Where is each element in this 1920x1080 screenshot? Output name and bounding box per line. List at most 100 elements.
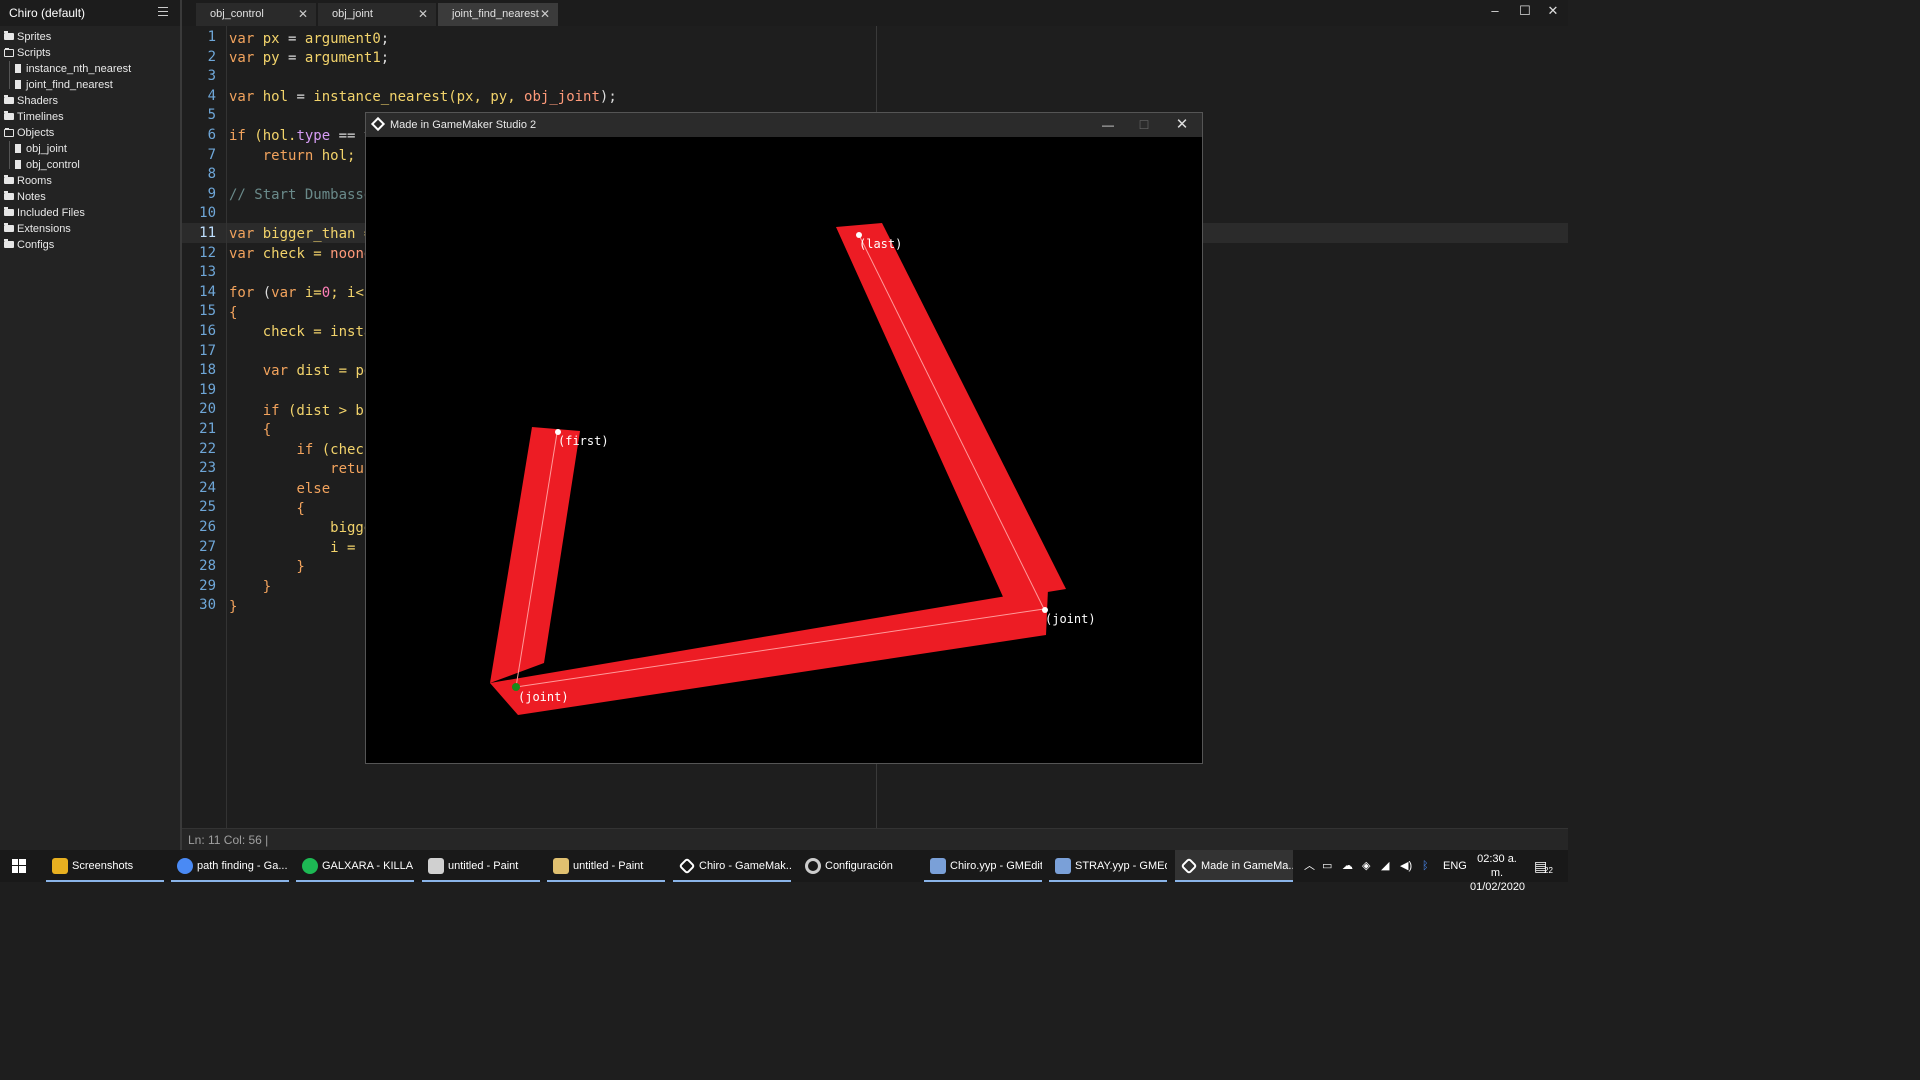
taskbar-item-game-window[interactable]: Made in GameMa... [1175, 850, 1293, 882]
folder-open-icon [4, 128, 14, 137]
code-content[interactable]: var px = argument0; var py = argument1; … [229, 26, 617, 615]
line-number: 20 [199, 401, 216, 418]
taskbar-item-screenshots[interactable]: Screenshots [46, 850, 164, 882]
taskbar-item-gmedit-chiro[interactable]: Chiro.yyp - GMEdit [924, 850, 1042, 882]
clock[interactable]: 02:30 a. m. 01/02/2020 [1470, 850, 1525, 893]
folder-icon [52, 858, 68, 874]
folder-open-icon [4, 48, 14, 57]
line-number: 3 [207, 68, 216, 85]
line-number: 22 [199, 440, 216, 457]
tree-folder-notes[interactable]: Notes [0, 189, 180, 205]
project-title: Chiro (default) [9, 6, 86, 20]
line-number-gutter: 1 2 3 4 5 6 7 8 9 10 11 12 13 14 15 16 17 18 19 20 21 22 23 24 2… [182, 26, 227, 828]
maximize-icon[interactable]: ☐ [1510, 0, 1540, 22]
tree-file-joint-find-nearest[interactable]: joint_find_nearest [0, 77, 180, 93]
code-line-21: { [229, 422, 272, 438]
language-indicator[interactable]: ENG [1443, 850, 1467, 882]
file-icon [15, 144, 21, 153]
close-tab-icon[interactable]: ✕ [540, 3, 550, 26]
tree-folder-objects[interactable]: Objects [0, 125, 180, 141]
clock-date: 01/02/2020 [1470, 881, 1526, 893]
tree-file-obj-joint[interactable]: obj_joint [0, 141, 180, 157]
resource-tree: Sprites Scripts instance_nth_nearest joi… [0, 26, 180, 253]
gamemaker-icon [678, 857, 696, 875]
taskbar-item-spotify[interactable]: GALXARA - KILLA ... [296, 850, 414, 882]
code-line-6: if (hol.type == t [229, 128, 373, 144]
tray-overflow-icon[interactable]: ︿ [1304, 850, 1315, 882]
line-number: 23 [199, 460, 216, 477]
tree-folder-shaders[interactable]: Shaders [0, 93, 180, 109]
code-line-22: if (check [296, 442, 373, 458]
dropbox-icon[interactable]: ◈ [1362, 850, 1370, 882]
close-icon[interactable]: ✕ [1538, 0, 1568, 22]
minimize-icon[interactable]: — [1090, 113, 1126, 137]
taskbar-item-gmedit-stray[interactable]: STRAY.yyp - GMEdit [1049, 850, 1167, 882]
line-number: 5 [207, 107, 216, 124]
code-line-15: { [229, 305, 238, 321]
tree-folder-extensions[interactable]: Extensions [0, 221, 180, 237]
minimize-icon[interactable]: – [1480, 0, 1510, 22]
line-number: 26 [199, 519, 216, 535]
taskbar-item-settings[interactable]: Configuración [799, 850, 917, 882]
folder-icon [4, 239, 14, 248]
notifications-icon[interactable]: ▤ 22 [1534, 850, 1556, 882]
chrome-icon [177, 858, 193, 874]
editor-tab-bar: obj_control ✕ obj_joint ✕ joint_find_neare… [182, 0, 1568, 26]
line-number: 21 [199, 421, 216, 437]
taskbar-item-paint-1[interactable]: untitled - Paint [422, 850, 540, 882]
line-number: 1 [207, 29, 216, 45]
game-canvas[interactable]: (first) (last) (joint) (joint) [366, 137, 1202, 763]
tree-folder-sprites[interactable]: Sprites [0, 29, 180, 45]
code-line-26: bigge [229, 520, 373, 536]
taskbar-item-gamemaker[interactable]: Chiro - GameMak... [673, 850, 791, 882]
code-line-9: // Start Dumbasse [229, 187, 373, 203]
tree-folder-configs[interactable]: Configs [0, 237, 180, 253]
start-button[interactable] [0, 850, 38, 882]
close-icon[interactable]: ✕ [1164, 113, 1200, 137]
line-number: 9 [207, 185, 216, 202]
volume-icon[interactable]: ◀) [1400, 850, 1412, 882]
maximize-icon: ☐ [1138, 118, 1150, 132]
tree-folder-scripts[interactable]: Scripts [0, 45, 180, 61]
tree-folder-included-files[interactable]: Included Files [0, 205, 180, 221]
hamburger-menu-icon[interactable] [158, 7, 168, 19]
line-number: 24 [199, 479, 216, 496]
folder-icon [4, 175, 14, 184]
tree-folder-rooms[interactable]: Rooms [0, 173, 180, 189]
code-line-14: for (var i=0; i<i [229, 285, 373, 301]
tab-obj-joint[interactable]: obj_joint ✕ [318, 3, 436, 26]
tab-joint-find-nearest[interactable]: joint_find_nearest ✕ [438, 3, 558, 26]
line-number: 10 [199, 205, 216, 222]
game-window[interactable]: Made in GameMaker Studio 2 — ☐ ✕ (first)… [365, 112, 1203, 764]
gmedit-icon [930, 858, 946, 874]
code-line-11: var bigger_than = [229, 226, 373, 242]
folder-icon [4, 111, 14, 120]
line-number: 27 [199, 538, 216, 555]
clock-time: 02:30 a. m. [1477, 853, 1517, 879]
battery-icon[interactable]: ▭ [1322, 850, 1336, 882]
code-line-1: var px = argument0; [229, 31, 390, 47]
code-line-25: { [229, 501, 305, 517]
line-number: 13 [199, 264, 216, 281]
taskbar-item-paint-2[interactable]: untitled - Paint [547, 850, 665, 882]
code-line-4: var hol = instance_nearest(px, py, obj_j… [229, 89, 617, 105]
wifi-icon[interactable]: ◢ [1381, 850, 1389, 882]
paint-icon [428, 858, 444, 874]
line-number: 12 [199, 244, 216, 261]
onedrive-icon[interactable]: ☁ [1342, 850, 1353, 882]
line-number: 28 [199, 558, 216, 575]
windows-taskbar: Screenshots path finding - Ga... GALXARA… [0, 850, 1568, 893]
code-line-12: var check = noone [229, 246, 373, 262]
tree-file-instance-nth-nearest[interactable]: instance_nth_nearest [0, 61, 180, 77]
tab-obj-control[interactable]: obj_control ✕ [196, 3, 316, 26]
close-tab-icon[interactable]: ✕ [418, 3, 428, 26]
game-window-titlebar[interactable]: Made in GameMaker Studio 2 — ☐ ✕ [366, 113, 1202, 137]
tree-folder-timelines[interactable]: Timelines [0, 109, 180, 125]
tree-file-obj-control[interactable]: obj_control [0, 157, 180, 173]
close-tab-icon[interactable]: ✕ [298, 3, 308, 26]
bluetooth-icon[interactable]: ᛒ [1422, 850, 1429, 882]
folder-icon [4, 95, 14, 104]
line-number: 14 [199, 283, 216, 300]
taskbar-item-chrome[interactable]: path finding - Ga... [171, 850, 289, 882]
label-last: (last) [859, 237, 902, 251]
